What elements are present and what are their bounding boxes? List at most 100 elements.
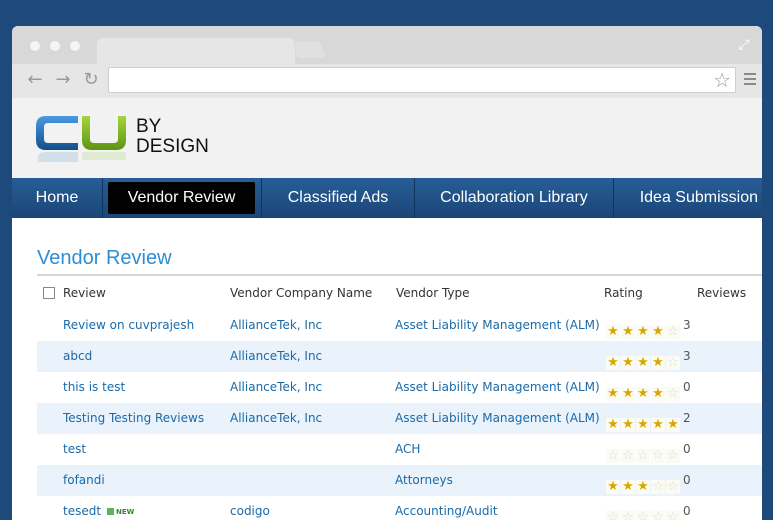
review-title-link[interactable]: test <box>63 442 86 456</box>
review-title-link[interactable]: abcd <box>63 349 92 363</box>
review-title-link[interactable]: fofandi <box>63 473 105 487</box>
rating-stars: ★ ★ ★ ★ ★ <box>606 415 682 432</box>
reviews-count: 3 <box>683 349 691 363</box>
table-row: test ACH ☆ ☆ ☆ ☆ ☆ 0 <box>37 434 762 465</box>
review-title-link[interactable]: Review on cuvprajesh <box>63 318 194 332</box>
cu-by-design-logo[interactable]: BY DESIGN <box>34 110 264 180</box>
star-empty-icon: ☆ <box>666 511 680 520</box>
star-empty-icon: ☆ <box>666 324 680 339</box>
star-empty-icon: ☆ <box>651 511 665 520</box>
new-badge-icon <box>107 508 115 515</box>
star-filled-icon: ★ <box>621 417 635 432</box>
star-empty-icon: ☆ <box>636 448 650 463</box>
expand-icon[interactable]: ⤢ <box>736 36 752 52</box>
review-title-text[interactable]: fofandi <box>63 473 105 487</box>
star-filled-icon: ★ <box>621 324 635 339</box>
new-tab-button[interactable] <box>292 42 326 58</box>
address-bar[interactable]: ☆ <box>108 67 736 93</box>
column-header-reviews[interactable]: Reviews <box>697 286 746 300</box>
window-maximize-dot[interactable] <box>70 41 80 51</box>
reviews-count: 0 <box>683 442 691 456</box>
vendor-type-link[interactable]: Asset Liability Management (ALM) <box>395 318 600 332</box>
star-filled-icon: ★ <box>636 417 650 432</box>
nav-item-idea-submission[interactable]: Idea Submission <box>614 178 762 218</box>
nav-item-home[interactable]: Home <box>12 178 102 218</box>
reload-icon[interactable]: ↻ <box>80 69 102 91</box>
column-header-review[interactable]: Review <box>63 286 106 300</box>
vendor-type-link[interactable]: Accounting/Audit <box>395 504 498 518</box>
menu-icon[interactable] <box>744 73 756 85</box>
reviews-count: 3 <box>683 318 691 332</box>
bookmark-star-icon[interactable]: ☆ <box>713 69 731 91</box>
reviews-count: 0 <box>683 380 691 394</box>
reviews-count: 2 <box>683 411 691 425</box>
star-filled-icon: ★ <box>636 324 650 339</box>
star-filled-icon: ★ <box>651 417 665 432</box>
star-empty-icon: ☆ <box>636 511 650 520</box>
review-title-text[interactable]: test <box>63 442 86 456</box>
star-filled-icon: ★ <box>651 324 665 339</box>
review-title-link[interactable]: tesedt NEW <box>63 504 134 518</box>
browser-toolbar: ← → ↻ ☆ <box>12 64 762 98</box>
review-title-text[interactable]: Review on cuvprajesh <box>63 318 194 332</box>
star-filled-icon: ★ <box>651 386 665 401</box>
browser-tab-strip: ⤢ <box>12 26 762 68</box>
rating-stars: ★ ★ ★ ☆ ☆ <box>606 477 682 494</box>
star-empty-icon: ☆ <box>666 448 680 463</box>
star-filled-icon: ★ <box>606 324 620 339</box>
vendor-company-link[interactable]: AllianceTek, Inc <box>230 411 322 425</box>
vendor-company-link[interactable]: AllianceTek, Inc <box>230 318 322 332</box>
reviews-count: 0 <box>683 504 691 518</box>
nav-item-classified-ads[interactable]: Classified Ads <box>262 178 414 218</box>
column-header-vendor-company[interactable]: Vendor Company Name <box>230 286 372 300</box>
star-empty-icon: ☆ <box>606 511 620 520</box>
window-minimize-dot[interactable] <box>50 41 60 51</box>
star-filled-icon: ★ <box>666 417 680 432</box>
review-title-text[interactable]: Testing Testing Reviews <box>63 411 204 425</box>
star-filled-icon: ★ <box>621 355 635 370</box>
logo-by-text: BY <box>136 116 162 137</box>
table-row: fofandi Attorneys ★ ★ ★ ☆ ☆ 0 <box>37 465 762 496</box>
address-input[interactable] <box>109 68 699 92</box>
star-empty-icon: ☆ <box>606 448 620 463</box>
forward-arrow-icon[interactable]: → <box>52 69 74 91</box>
star-filled-icon: ★ <box>621 386 635 401</box>
new-badge: NEW <box>107 508 134 516</box>
nav-item-collaboration-library[interactable]: Collaboration Library <box>415 178 613 218</box>
rating-stars: ☆ ☆ ☆ ☆ ☆ <box>606 508 682 520</box>
vendor-type-link[interactable]: Asset Liability Management (ALM) <box>395 380 600 394</box>
review-title-text[interactable]: tesedt <box>63 504 101 518</box>
window-close-dot[interactable] <box>30 41 40 51</box>
vendor-company-link[interactable]: AllianceTek, Inc <box>230 349 322 363</box>
back-arrow-icon[interactable]: ← <box>24 69 46 91</box>
page-title: Vendor Review <box>37 247 172 269</box>
review-title-text[interactable]: this is test <box>63 380 125 394</box>
column-header-vendor-type[interactable]: Vendor Type <box>396 286 470 300</box>
star-filled-icon: ★ <box>606 479 620 494</box>
vendor-company-link[interactable]: AllianceTek, Inc <box>230 380 322 394</box>
rating-stars: ★ ★ ★ ★ ☆ <box>606 384 682 401</box>
star-empty-icon: ☆ <box>666 355 680 370</box>
review-title-link[interactable]: Testing Testing Reviews <box>63 411 204 425</box>
vendor-type-link[interactable]: ACH <box>395 442 420 456</box>
review-title-link[interactable]: this is test <box>63 380 125 394</box>
site-header: BY DESIGN <box>12 98 762 178</box>
column-header-rating[interactable]: Rating <box>604 286 643 300</box>
logo-design-text: DESIGN <box>136 136 209 157</box>
table-row: abcd AllianceTek, Inc ★ ★ ★ ★ ☆ 3 <box>37 341 762 372</box>
star-filled-icon: ★ <box>606 386 620 401</box>
select-all-checkbox[interactable] <box>43 287 55 299</box>
star-filled-icon: ★ <box>621 479 635 494</box>
main-content: Vendor Review Review Vendor Company Name… <box>12 218 762 520</box>
star-empty-icon: ☆ <box>621 511 635 520</box>
title-divider <box>37 274 762 276</box>
vendor-type-link[interactable]: Attorneys <box>395 473 453 487</box>
nav-item-vendor-review[interactable]: Vendor Review <box>108 182 255 214</box>
vendor-type-link[interactable]: Asset Liability Management (ALM) <box>395 411 600 425</box>
nav-divider <box>102 178 103 218</box>
table-row: Testing Testing Reviews AllianceTek, Inc A… <box>37 403 762 434</box>
star-empty-icon: ☆ <box>621 448 635 463</box>
star-filled-icon: ★ <box>606 355 620 370</box>
vendor-company-link[interactable]: codigo <box>230 504 270 518</box>
review-title-text[interactable]: abcd <box>63 349 92 363</box>
